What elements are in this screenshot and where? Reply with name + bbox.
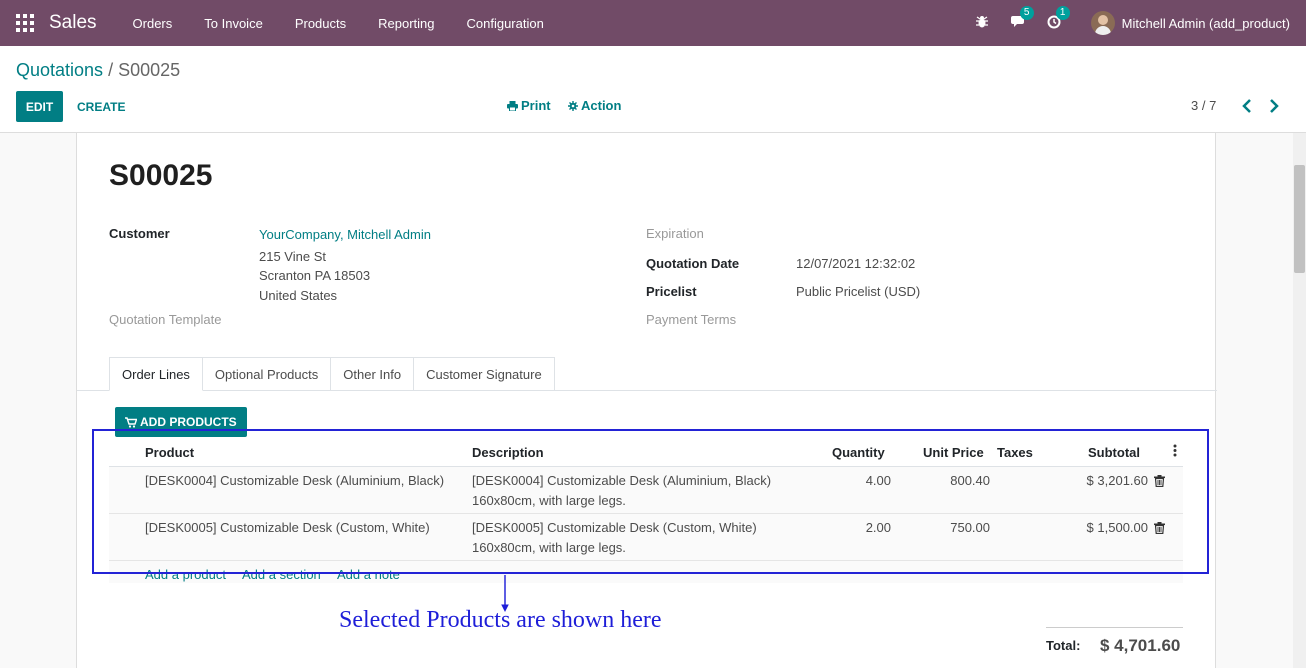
row-subtotal: $ 1,500.00 <box>1086 520 1148 535</box>
pager-next-icon[interactable] <box>1268 98 1282 114</box>
tab-other-info[interactable]: Other Info <box>331 357 415 391</box>
menu-configuration[interactable]: Configuration <box>451 16 560 31</box>
total-value: $ 4,701.60 <box>1100 636 1181 655</box>
action-label: Action <box>581 98 622 113</box>
column-options-icon[interactable] <box>1173 444 1177 460</box>
order-title: S00025 <box>109 159 213 192</box>
total-divider <box>1046 627 1183 628</box>
add-products-label: ADD PRODUCTS <box>140 415 237 429</box>
breadcrumb: Quotations / S00025 <box>16 60 180 81</box>
edit-button[interactable]: EDIT <box>16 91 63 122</box>
add-section-link[interactable]: Add a section <box>242 567 321 582</box>
header-quantity[interactable]: Quantity <box>832 445 885 460</box>
customer-label: Customer <box>109 226 170 241</box>
user-menu[interactable]: Mitchell Admin (add_product) <box>1122 16 1290 31</box>
menu-orders[interactable]: Orders <box>117 16 189 31</box>
print-label: Print <box>521 98 551 113</box>
customer-address-line2: Scranton PA 18503 <box>259 268 371 283</box>
notebook-tabs: Order Lines Optional Products Other Info… <box>109 357 555 391</box>
top-navbar: Sales Orders To Invoice Products Reporti… <box>0 0 1306 46</box>
annotation-text: Selected Products are shown here <box>339 607 662 633</box>
add-products-button[interactable]: ADD PRODUCTS <box>115 407 247 437</box>
menu-products[interactable]: Products <box>279 16 362 31</box>
add-line-links: Add a product Add a section Add a note <box>109 561 1183 583</box>
header-product[interactable]: Product <box>145 445 194 460</box>
table-row[interactable]: [DESK0004] Customizable Desk (Aluminium,… <box>109 467 1183 514</box>
print-icon <box>507 100 518 111</box>
tab-customer-signature[interactable]: Customer Signature <box>414 357 555 391</box>
activities-badge: 1 <box>1055 6 1070 20</box>
print-button[interactable]: Print <box>507 98 551 113</box>
header-subtotal[interactable]: Subtotal <box>1088 445 1140 460</box>
pager-value[interactable]: 3 / 7 <box>1191 98 1216 113</box>
row-description-line2: 160x80cm, with large legs. <box>472 540 626 555</box>
customer-address-line1: 215 Vine St <box>259 249 326 264</box>
row-unit-price: 800.40 <box>950 473 990 488</box>
payment-terms-label: Payment Terms <box>646 312 737 327</box>
form-sheet: S00025 Customer YourCompany, Mitchell Ad… <box>76 133 1217 668</box>
breadcrumb-separator: / <box>108 60 114 80</box>
apps-menu-icon[interactable] <box>16 14 34 32</box>
pricelist-value[interactable]: Public Pricelist (USD) <box>796 284 920 299</box>
activity-clock-icon[interactable]: 1 <box>1047 6 1070 31</box>
trash-icon[interactable] <box>1154 522 1166 535</box>
breadcrumb-quotations[interactable]: Quotations <box>16 60 103 80</box>
messages-icon[interactable]: 5 <box>1010 6 1034 31</box>
quotation-template-label: Quotation Template <box>109 312 222 327</box>
order-lines-table: Product Description Quantity Unit Price … <box>109 437 1183 583</box>
row-product: [DESK0005] Customizable Desk (Custom, Wh… <box>145 520 430 535</box>
row-product: [DESK0004] Customizable Desk (Aluminium,… <box>145 473 445 488</box>
systray: 5 1 Mitchell Admin (add_product) <box>955 0 1290 46</box>
gear-icon <box>568 100 578 111</box>
header-unit-price[interactable]: Unit Price <box>923 445 984 460</box>
quotation-date-value[interactable]: 12/07/2021 12:32:02 <box>796 256 915 271</box>
user-avatar[interactable] <box>1090 11 1115 35</box>
header-taxes[interactable]: Taxes <box>997 445 1033 460</box>
vertical-scrollbar[interactable] <box>1293 133 1306 668</box>
quotation-date-label: Quotation Date <box>646 256 740 271</box>
row-description-line1: [DESK0005] Customizable Desk (Custom, Wh… <box>472 520 757 535</box>
row-description-line2: 160x80cm, with large legs. <box>472 493 626 508</box>
add-note-link[interactable]: Add a note <box>337 567 400 582</box>
table-header: Product Description Quantity Unit Price … <box>109 437 1183 467</box>
tab-optional-products[interactable]: Optional Products <box>202 357 332 391</box>
customer-link[interactable]: YourCompany, Mitchell Admin <box>259 227 431 242</box>
tab-order-lines[interactable]: Order Lines <box>109 357 203 391</box>
pager-previous-icon[interactable] <box>1241 98 1255 114</box>
customer-address-line3: United States <box>259 288 338 303</box>
expiration-label: Expiration <box>646 226 704 241</box>
action-button[interactable]: Action <box>568 98 621 113</box>
app-brand[interactable]: Sales <box>49 12 97 34</box>
menu-reporting[interactable]: Reporting <box>362 16 450 31</box>
header-description[interactable]: Description <box>472 445 544 460</box>
row-description-line1: [DESK0004] Customizable Desk (Aluminium,… <box>472 473 772 488</box>
breadcrumb-current: S00025 <box>118 60 181 80</box>
scrollbar-thumb[interactable] <box>1294 165 1305 273</box>
row-quantity: 2.00 <box>865 520 891 535</box>
pricelist-label: Pricelist <box>646 284 697 299</box>
cart-icon <box>125 416 137 428</box>
row-quantity: 4.00 <box>865 473 891 488</box>
main-menu: Orders To Invoice Products Reporting Con… <box>117 16 560 31</box>
bug-icon[interactable] <box>975 15 991 31</box>
form-content-area: S00025 Customer YourCompany, Mitchell Ad… <box>0 132 1306 668</box>
table-row[interactable]: [DESK0005] Customizable Desk (Custom, Wh… <box>109 514 1183 561</box>
add-product-link[interactable]: Add a product <box>145 567 226 582</box>
trash-icon[interactable] <box>1154 475 1166 488</box>
create-button[interactable]: CREATE <box>77 91 125 122</box>
row-unit-price: 750.00 <box>950 520 990 535</box>
total-label: Total: <box>1046 638 1081 653</box>
row-subtotal: $ 3,201.60 <box>1086 473 1148 488</box>
menu-to-invoice[interactable]: To Invoice <box>188 16 279 31</box>
messages-badge: 5 <box>1019 6 1034 20</box>
